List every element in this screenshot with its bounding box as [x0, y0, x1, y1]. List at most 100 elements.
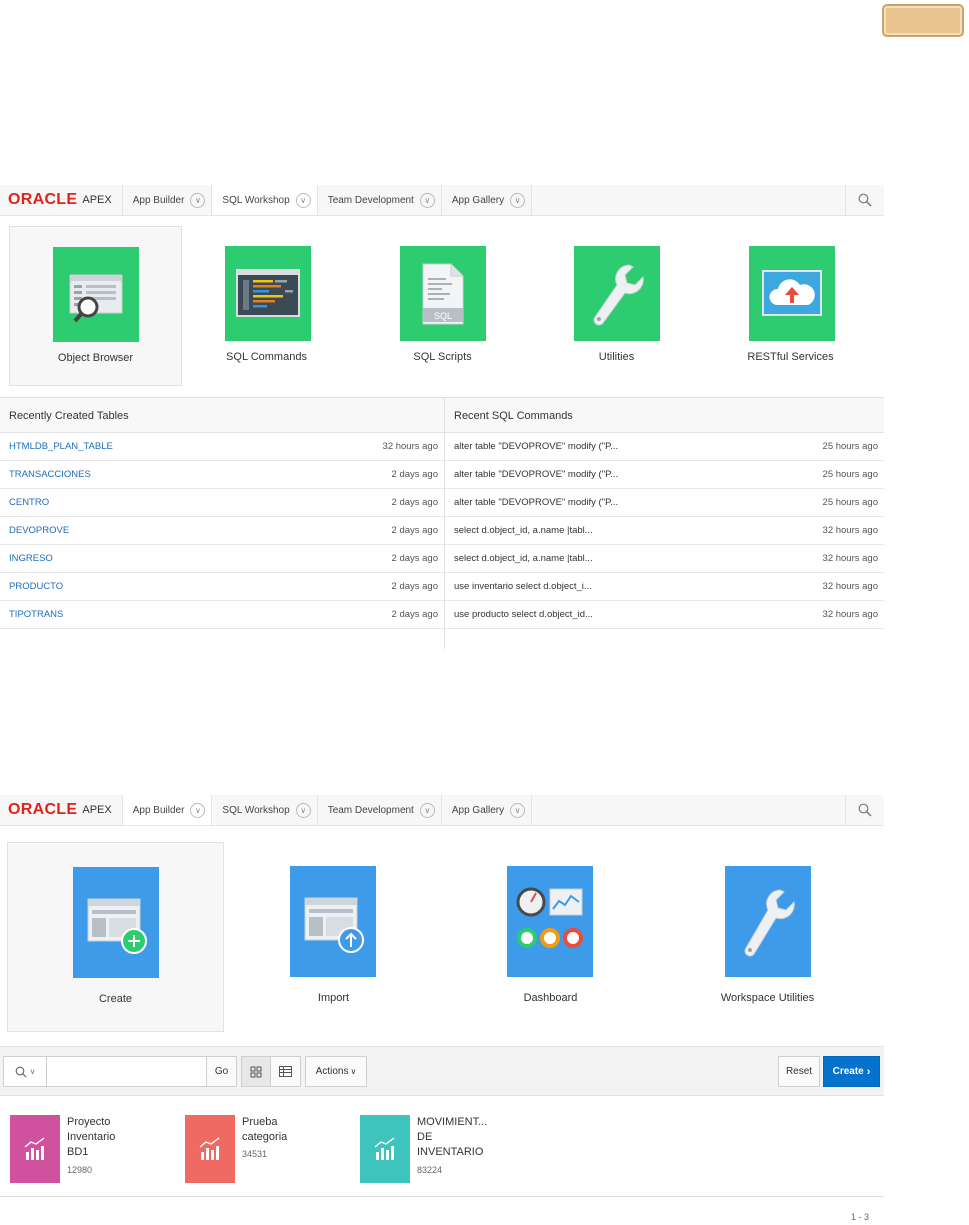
- object-browser-icon: [53, 247, 139, 342]
- search-input[interactable]: [46, 1056, 207, 1087]
- chevron-down-icon[interactable]: ∨: [419, 802, 435, 818]
- app-name[interactable]: MOVIMIENT... DE INVENTARIO: [417, 1115, 487, 1160]
- app-id: 83224: [417, 1165, 443, 1175]
- table-link[interactable]: DEVOPROVE: [9, 525, 69, 536]
- app-name[interactable]: Proyecto Inventario BD1: [67, 1115, 127, 1160]
- recent-panels: Recently Created Tables HTMLDB_PLAN_TABL…: [0, 397, 884, 649]
- dashboard-icon: [507, 866, 593, 977]
- wrench-icon: [725, 866, 811, 977]
- sql-scripts-icon: SQL: [400, 246, 486, 341]
- tile-restful-services[interactable]: RESTful Services: [704, 226, 877, 386]
- chevron-down-icon[interactable]: ∨: [510, 802, 526, 818]
- table-row: CENTRO 2 days ago: [0, 489, 444, 517]
- tile-dashboard[interactable]: Dashboard: [442, 842, 659, 1032]
- table-link[interactable]: HTMLDB_PLAN_TABLE: [9, 441, 113, 452]
- created-ago: 2 days ago: [391, 553, 438, 564]
- tile-import[interactable]: Import: [225, 842, 442, 1032]
- nav-tab-team-development[interactable]: Team Development ∨: [318, 795, 442, 825]
- run-ago: 32 hours ago: [822, 553, 878, 564]
- tile-utilities[interactable]: Utilities: [530, 226, 703, 386]
- sql-row[interactable]: use producto select d.object_id... 32 hou…: [445, 601, 884, 629]
- tile-object-browser[interactable]: Object Browser: [9, 226, 182, 386]
- search-filter-button[interactable]: ∨: [3, 1056, 47, 1087]
- created-ago: 2 days ago: [391, 497, 438, 508]
- chevron-down-icon[interactable]: ∨: [295, 802, 311, 818]
- report-view-button[interactable]: [270, 1056, 301, 1087]
- tile-create[interactable]: Create: [7, 842, 224, 1032]
- tile-label: RESTful Services: [747, 351, 834, 363]
- chevron-down-icon[interactable]: ∨: [419, 192, 435, 208]
- chevron-down-icon: ∨: [29, 1067, 36, 1076]
- app-card[interactable]: Prueba categoria 34531: [185, 1115, 335, 1185]
- table-link[interactable]: TRANSACCIONES: [9, 469, 91, 480]
- sql-command-text[interactable]: alter table "DEVOPROVE" modify ("P...: [454, 469, 618, 480]
- sql-commands-icon: [225, 246, 311, 341]
- sql-row[interactable]: select d.object_id, a.name |tabl... 32 ho…: [445, 517, 884, 545]
- tile-sql-scripts[interactable]: SQL SQL Scripts: [356, 226, 529, 386]
- app-chart-icon: [185, 1115, 235, 1183]
- search-icon[interactable]: [845, 795, 884, 825]
- nav-tab-app-gallery[interactable]: App Gallery ∨: [442, 795, 533, 825]
- app-card[interactable]: MOVIMIENT... DE INVENTARIO 83224: [360, 1115, 510, 1185]
- app-card[interactable]: Proyecto Inventario BD1 12980: [10, 1115, 160, 1185]
- tile-label: Utilities: [598, 351, 635, 363]
- reset-button[interactable]: Reset: [778, 1056, 820, 1087]
- tile-label: Create: [98, 993, 133, 1005]
- chevron-down-icon[interactable]: ∨: [190, 802, 206, 818]
- sql-command-text[interactable]: alter table "DEVOPROVE" modify ("P...: [454, 497, 618, 508]
- table-link[interactable]: TIPOTRANS: [9, 609, 63, 620]
- tile-label: SQL Commands: [226, 351, 307, 363]
- top-nav: ORACLE APEX App Builder ∨ SQL Workshop ∨…: [0, 185, 884, 216]
- sql-command-text[interactable]: use producto select d.object_id...: [454, 609, 593, 620]
- run-ago: 32 hours ago: [822, 609, 878, 620]
- sql-command-text[interactable]: alter table "DEVOPROVE" modify ("P...: [454, 441, 618, 452]
- search-icon[interactable]: [845, 185, 884, 215]
- chevron-down-icon[interactable]: ∨: [510, 192, 526, 208]
- sql-row[interactable]: use inventario select d.object_i... 32 ho…: [445, 573, 884, 601]
- actions-menu-button[interactable]: Actions ∨: [305, 1056, 367, 1087]
- tile-label: Object Browser: [57, 352, 134, 364]
- app-name[interactable]: Prueba categoria: [242, 1115, 302, 1145]
- chevron-down-icon[interactable]: ∨: [295, 192, 311, 208]
- nav-tab-sql-workshop[interactable]: SQL Workshop ∨: [212, 185, 318, 215]
- nav-tab-team-development[interactable]: Team Development ∨: [318, 185, 442, 215]
- sql-row[interactable]: alter table "DEVOPROVE" modify ("P... 25 …: [445, 433, 884, 461]
- tile-workspace-utilities[interactable]: Workspace Utilities: [659, 842, 876, 1032]
- run-ago: 25 hours ago: [822, 469, 878, 480]
- create-label: Create: [832, 1066, 864, 1077]
- oracle-apex-logo[interactable]: ORACLE APEX: [0, 795, 123, 825]
- table-row: INGRESO 2 days ago: [0, 545, 444, 573]
- chevron-down-icon[interactable]: ∨: [190, 192, 206, 208]
- logo-oracle-text: ORACLE: [8, 801, 78, 818]
- nav-tab-app-builder[interactable]: App Builder ∨: [123, 185, 213, 215]
- sql-row[interactable]: alter table "DEVOPROVE" modify ("P... 25 …: [445, 461, 884, 489]
- tile-label: Dashboard: [523, 992, 578, 1004]
- sql-row[interactable]: select d.object_id, a.name |tabl... 32 ho…: [445, 545, 884, 573]
- grid-icon: [250, 1066, 262, 1077]
- nav-tab-label: App Builder: [132, 804, 185, 816]
- table-row: PRODUCTO 2 days ago: [0, 573, 444, 601]
- sql-command-text[interactable]: use inventario select d.object_i...: [454, 581, 592, 592]
- recent-sql-commands-panel: Recent SQL Commands alter table "DEVOPRO…: [445, 397, 884, 649]
- table-row: TRANSACCIONES 2 days ago: [0, 461, 444, 489]
- corner-tab: [882, 4, 964, 37]
- nav-tab-app-builder[interactable]: App Builder ∨: [122, 795, 213, 825]
- sql-command-text[interactable]: select d.object_id, a.name |tabl...: [454, 553, 593, 564]
- created-ago: 2 days ago: [391, 581, 438, 592]
- sql-workshop-screenshot: ORACLE APEX App Builder ∨ SQL Workshop ∨…: [0, 185, 884, 650]
- go-button[interactable]: Go: [206, 1056, 237, 1087]
- table-link[interactable]: CENTRO: [9, 497, 49, 508]
- sql-command-text[interactable]: select d.object_id, a.name |tabl...: [454, 525, 593, 536]
- nav-tab-app-gallery[interactable]: App Gallery ∨: [442, 185, 533, 215]
- sql-row[interactable]: alter table "DEVOPROVE" modify ("P... 25 …: [445, 489, 884, 517]
- tile-label: Workspace Utilities: [720, 992, 815, 1004]
- table-link[interactable]: INGRESO: [9, 553, 53, 564]
- panel-title: Recent SQL Commands: [445, 397, 884, 433]
- nav-tab-sql-workshop[interactable]: SQL Workshop ∨: [212, 795, 318, 825]
- oracle-apex-logo[interactable]: ORACLE APEX: [0, 185, 123, 215]
- table-row: DEVOPROVE 2 days ago: [0, 517, 444, 545]
- icon-view-button[interactable]: [241, 1056, 271, 1087]
- table-link[interactable]: PRODUCTO: [9, 581, 63, 592]
- create-button[interactable]: Create ›: [823, 1056, 880, 1087]
- tile-sql-commands[interactable]: SQL Commands: [180, 226, 353, 386]
